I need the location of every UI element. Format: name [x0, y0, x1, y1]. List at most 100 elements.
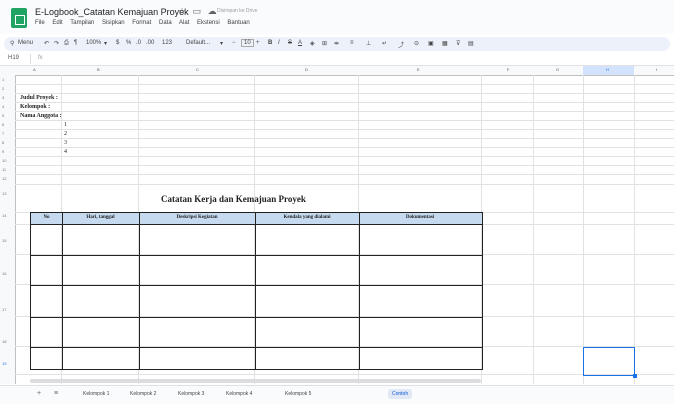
print-icon[interactable]: ⎙	[64, 40, 69, 47]
row-header[interactable]: 1	[2, 77, 4, 82]
column-header-b[interactable]: B	[97, 67, 100, 72]
row-header[interactable]: 4	[2, 104, 4, 109]
gridline	[15, 138, 674, 139]
menu-edit[interactable]: Edit	[52, 20, 62, 26]
row-header[interactable]: 15	[2, 238, 6, 243]
column-header-i[interactable]: I	[656, 67, 657, 72]
cell-reference-box[interactable]: H19	[8, 55, 19, 61]
menu-tools[interactable]: Alat	[179, 20, 189, 26]
gridline	[15, 129, 674, 130]
fill-color-icon[interactable]: ◈	[310, 40, 315, 47]
menu-format[interactable]: Format	[132, 20, 151, 26]
tab-kelompok-2[interactable]: Kelompok 2	[130, 391, 156, 397]
text-rotation-icon[interactable]: ⤴	[398, 40, 404, 49]
row-header[interactable]: 17	[2, 307, 6, 312]
align-horizontal-icon[interactable]: ≡	[350, 40, 354, 46]
menu-view[interactable]: Tampilan	[70, 20, 94, 26]
row-header-selected[interactable]: 19	[2, 361, 6, 366]
menu-data[interactable]: Data	[159, 20, 172, 26]
cloud-icon[interactable]: ☁	[208, 6, 217, 16]
row-header[interactable]: 10	[2, 158, 6, 163]
menu-search-button[interactable]: Menu	[18, 40, 33, 46]
list-icon[interactable]: ≡	[54, 390, 58, 397]
gridline	[15, 184, 674, 185]
number-format-button[interactable]: 123	[162, 40, 172, 46]
plus-icon[interactable]: +	[37, 390, 41, 397]
folder-icon[interactable]: ▭	[193, 6, 202, 16]
menu-file[interactable]: File	[35, 20, 45, 26]
table-title: Catatan Kerja dan Kemajuan Proyek	[161, 194, 306, 204]
tab-kelompok-3[interactable]: Kelompok 3	[178, 391, 204, 397]
column-header-f[interactable]: F	[507, 67, 509, 72]
decrease-decimal-button[interactable]: .0	[136, 40, 141, 46]
gridline	[15, 120, 674, 121]
search-icon[interactable]: ⚲	[10, 40, 14, 47]
comment-icon[interactable]: ▣	[428, 40, 434, 47]
row-header[interactable]: 6	[2, 122, 4, 127]
align-vertical-icon[interactable]: ⊥	[366, 40, 371, 47]
menu-extensions[interactable]: Ekstensi	[197, 20, 220, 26]
tab-kelompok-5[interactable]: Kelompok 5	[285, 391, 311, 397]
row-header[interactable]: 9	[2, 149, 4, 154]
tab-contoh[interactable]: Contoh	[388, 389, 413, 399]
font-size-input[interactable]: 10	[241, 39, 254, 47]
tab-kelompok-1[interactable]: Kelompok 1	[83, 391, 109, 397]
selected-cell[interactable]	[583, 347, 637, 378]
row-header[interactable]: 18	[2, 339, 6, 344]
font-size-decrease-icon[interactable]: −	[232, 40, 236, 46]
row-header[interactable]: 12	[2, 176, 6, 181]
filter-icon[interactable]: ⊽	[456, 40, 460, 47]
chart-icon[interactable]: ▦	[442, 40, 448, 47]
menu-insert[interactable]: Sisipkan	[102, 20, 125, 26]
formula-bar-divider	[30, 54, 31, 64]
italic-icon[interactable]: I	[278, 40, 280, 46]
column-header-a[interactable]: A	[33, 67, 36, 72]
percent-button[interactable]: %	[126, 40, 131, 46]
redo-icon[interactable]: ↷	[54, 40, 59, 47]
header-obstacles: Kendala yang dialami	[283, 215, 331, 220]
link-icon[interactable]: ⊝	[414, 40, 419, 47]
table-header-row: No Hari, tanggal Deskripsi Kegiatan Kend…	[31, 213, 482, 225]
row-header[interactable]: 11	[2, 167, 6, 172]
row-header[interactable]: 2	[2, 86, 4, 91]
horizontal-scrollbar[interactable]	[30, 379, 481, 383]
gridline	[15, 156, 674, 157]
column-header-g[interactable]: G	[556, 67, 559, 72]
column-header-d[interactable]: D	[305, 67, 308, 72]
gridline	[15, 93, 674, 94]
borders-icon[interactable]: ⊞	[322, 40, 327, 47]
filter-views-icon[interactable]: ▤	[468, 40, 474, 47]
menu-help[interactable]: Bantuan	[227, 20, 249, 26]
undo-icon[interactable]: ↶	[44, 40, 49, 47]
font-select[interactable]: Default...	[186, 40, 210, 46]
column-header-c[interactable]: C	[196, 67, 199, 72]
sheet-tabs-bar: + ≡ Kelompok 1 Kelompok 2 Kelompok 3 Kel…	[0, 385, 674, 404]
row-header[interactable]: 8	[2, 140, 4, 145]
star-icon[interactable]: ☆	[178, 6, 186, 16]
row-header[interactable]: 5	[2, 113, 4, 118]
bold-icon[interactable]: B	[268, 40, 272, 46]
zoom-select[interactable]: 100%	[86, 40, 101, 46]
fx-icon: fx	[38, 55, 43, 61]
row-header[interactable]: 14	[2, 213, 6, 218]
document-title[interactable]: E-Logbook_Catatan Kemajuan Proyek	[35, 7, 189, 17]
row-header[interactable]: 13	[2, 191, 6, 196]
column-header-h[interactable]: H	[606, 67, 609, 72]
row-header[interactable]: 3	[2, 95, 4, 100]
sheets-logo-icon[interactable]	[11, 8, 27, 28]
row-header[interactable]: 16	[2, 271, 6, 276]
merge-cells-icon[interactable]: ⇹	[334, 40, 339, 47]
spreadsheet-grid[interactable]: A B C D E F G H I 1 2 3 4 5 6 7 8 9 10 1…	[0, 66, 674, 384]
currency-button[interactable]: $	[116, 40, 119, 46]
chevron-down-icon[interactable]: ▾	[104, 40, 107, 47]
chevron-down-icon[interactable]: ▾	[220, 40, 223, 47]
tab-kelompok-4[interactable]: Kelompok 4	[226, 391, 252, 397]
column-header-e[interactable]: E	[417, 67, 420, 72]
font-size-increase-icon[interactable]: +	[256, 40, 260, 46]
text-wrap-icon[interactable]: ↵	[382, 40, 387, 47]
paint-format-icon[interactable]: ¶	[74, 40, 77, 46]
row-header[interactable]: 7	[2, 131, 4, 136]
increase-decimal-button[interactable]: .00	[146, 40, 154, 46]
strikethrough-icon[interactable]: S	[288, 40, 292, 46]
text-color-icon[interactable]: A	[298, 40, 302, 46]
